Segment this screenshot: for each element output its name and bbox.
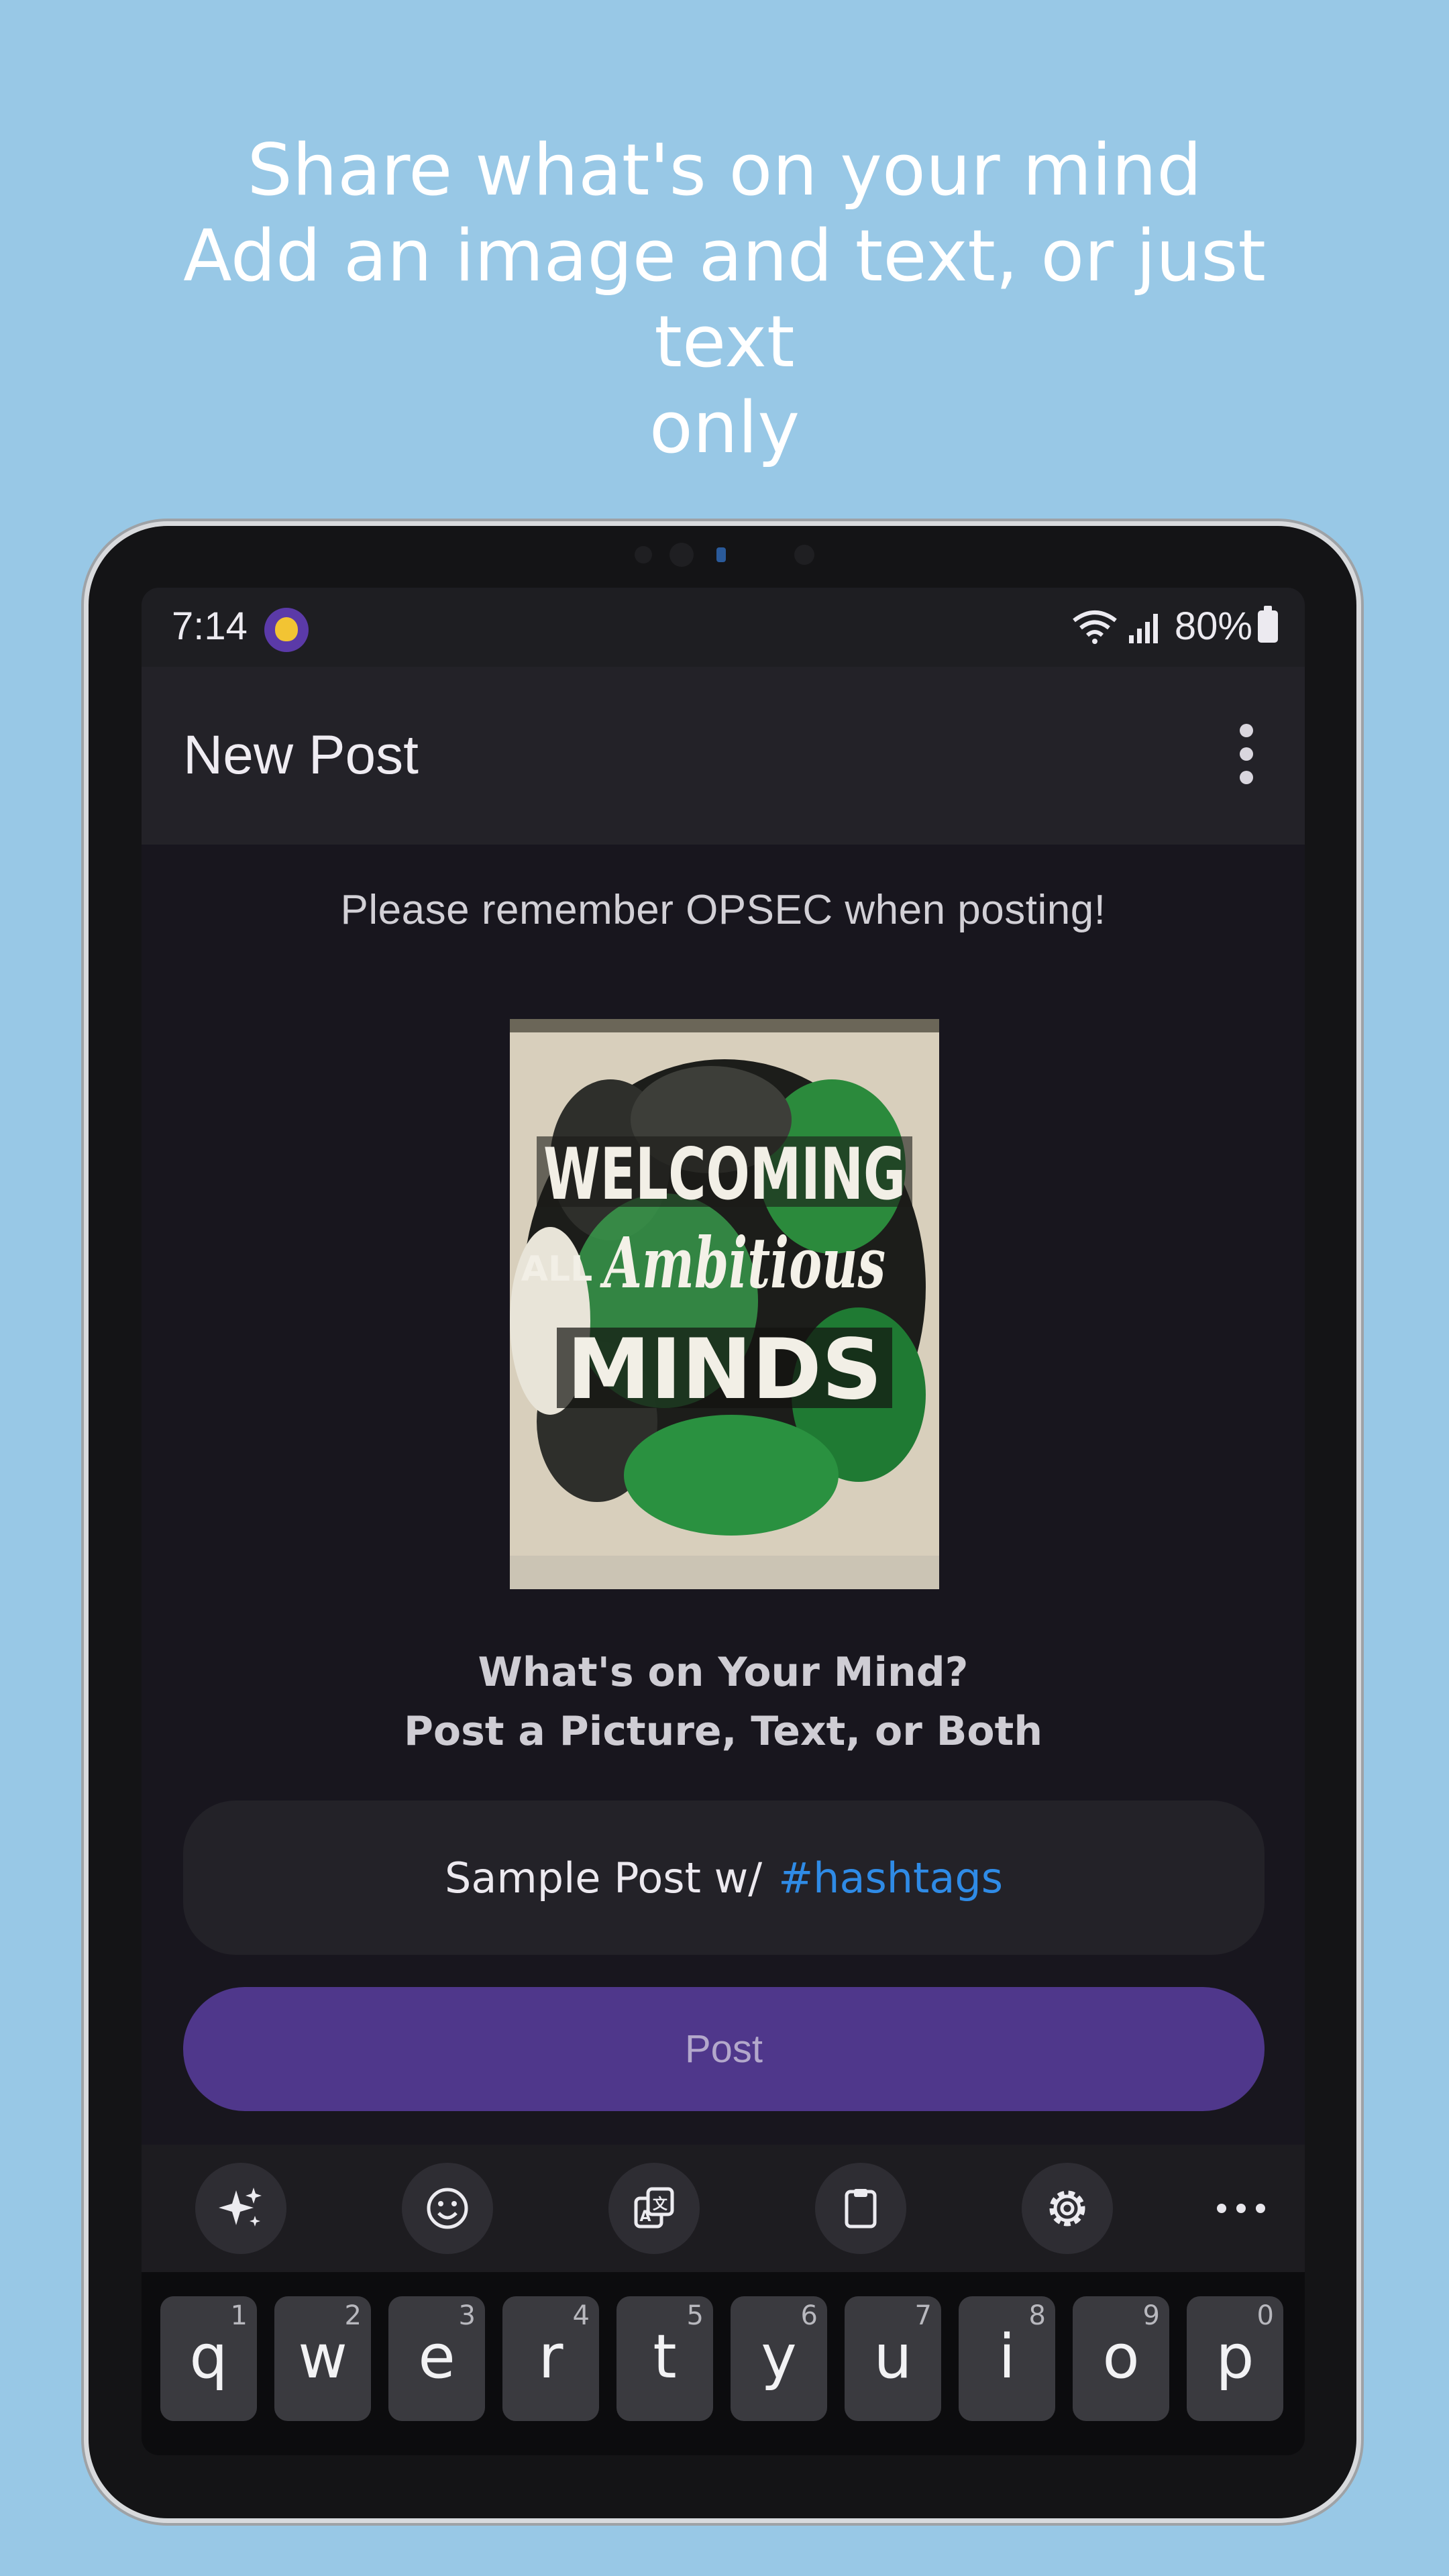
- key-letter: u: [873, 2322, 912, 2392]
- promo-line-1: Share what's on your mind: [247, 129, 1202, 211]
- key-t[interactable]: 5 t: [616, 2296, 713, 2421]
- key-letter: y: [761, 2322, 797, 2392]
- app-badge-icon: [264, 608, 309, 652]
- clipboard-icon[interactable]: [815, 2163, 906, 2254]
- key-o[interactable]: 9 o: [1073, 2296, 1169, 2421]
- key-p[interactable]: 0 p: [1187, 2296, 1283, 2421]
- key-letter: i: [998, 2322, 1016, 2392]
- post-form: Please remember OPSEC when posting! WELC…: [142, 845, 1305, 2145]
- emoji-icon[interactable]: [402, 2163, 493, 2254]
- key-e[interactable]: 3 e: [388, 2296, 485, 2421]
- key-letter: r: [538, 2322, 564, 2392]
- key-letter: t: [653, 2322, 677, 2392]
- status-icons: 80%: [1071, 604, 1278, 649]
- poster-word-1: WELCOMING: [543, 1133, 906, 1216]
- wifi-icon: [1073, 610, 1117, 644]
- camera-lens: [669, 543, 694, 567]
- sparkle-icon[interactable]: [195, 2163, 286, 2254]
- status-time: 7:14: [172, 604, 248, 648]
- more-horiz-icon[interactable]: [1217, 2188, 1265, 2229]
- key-u[interactable]: 7 u: [845, 2296, 941, 2421]
- prompt-line-1: What's on Your Mind?: [478, 1649, 969, 1696]
- hashtag-text: #hashtags: [778, 1853, 1003, 1902]
- promo-headline: Share what's on your mind Add an image a…: [121, 127, 1328, 471]
- settings-icon[interactable]: [1022, 2163, 1113, 2254]
- signal-icon: [1128, 613, 1158, 643]
- post-text-input[interactable]: Sample Post w/ #hashtags: [183, 1801, 1265, 1955]
- prompt-line-2: Post a Picture, Text, or Both: [403, 1708, 1043, 1755]
- key-y[interactable]: 6 y: [731, 2296, 827, 2421]
- key-letter: p: [1216, 2322, 1254, 2392]
- key-q[interactable]: 1 q: [160, 2296, 257, 2421]
- opsec-notice: Please remember OPSEC when posting!: [340, 887, 1106, 933]
- svg-text:A: A: [639, 2208, 651, 2225]
- promo-line-2: Add an image and text, or just text: [183, 215, 1266, 383]
- post-image-preview[interactable]: WELCOMING ALL Ambitious MINDS: [510, 1019, 939, 1589]
- key-letter: e: [418, 2322, 455, 2392]
- keyboard-row: 1 q 2 w 3 e 4 r 5 t 6 y 7 u 8 i 9 o 0 p: [142, 2272, 1305, 2455]
- battery-percent: 80%: [1174, 604, 1252, 648]
- post-button[interactable]: Post: [183, 1987, 1265, 2111]
- key-letter: w: [298, 2322, 347, 2392]
- app-bar: New Post: [142, 667, 1305, 845]
- device-screen: 7:14 80% New Post Please remember OPSEC …: [142, 588, 1305, 2455]
- poster-word-4: MINDS: [567, 1322, 882, 1418]
- key-letter: q: [189, 2322, 228, 2392]
- promo-line-3: only: [649, 386, 800, 469]
- key-r[interactable]: 4 r: [502, 2296, 599, 2421]
- more-vert-icon[interactable]: [1230, 724, 1263, 784]
- keyboard-toolbar: 文 A: [142, 2145, 1305, 2272]
- camera-dot: [794, 545, 814, 565]
- battery-icon: [1258, 605, 1278, 643]
- translate-icon[interactable]: 文 A: [608, 2163, 700, 2254]
- camera-sensor: [716, 547, 726, 562]
- post-text-value: Sample Post w/: [444, 1853, 763, 1902]
- page-title: New Post: [183, 724, 419, 786]
- camera-dot: [635, 546, 652, 564]
- svg-text:文: 文: [653, 2196, 668, 2213]
- key-i[interactable]: 8 i: [959, 2296, 1055, 2421]
- key-letter: o: [1102, 2322, 1140, 2392]
- poster-illustration: WELCOMING ALL Ambitious MINDS: [510, 1019, 939, 1589]
- post-prompt: What's on Your Mind? Post a Picture, Tex…: [142, 1643, 1305, 1761]
- poster-word-3: Ambitious: [600, 1222, 885, 1304]
- key-w[interactable]: 2 w: [274, 2296, 371, 2421]
- poster-word-2: ALL: [521, 1249, 593, 1289]
- status-bar: 7:14 80%: [142, 588, 1305, 667]
